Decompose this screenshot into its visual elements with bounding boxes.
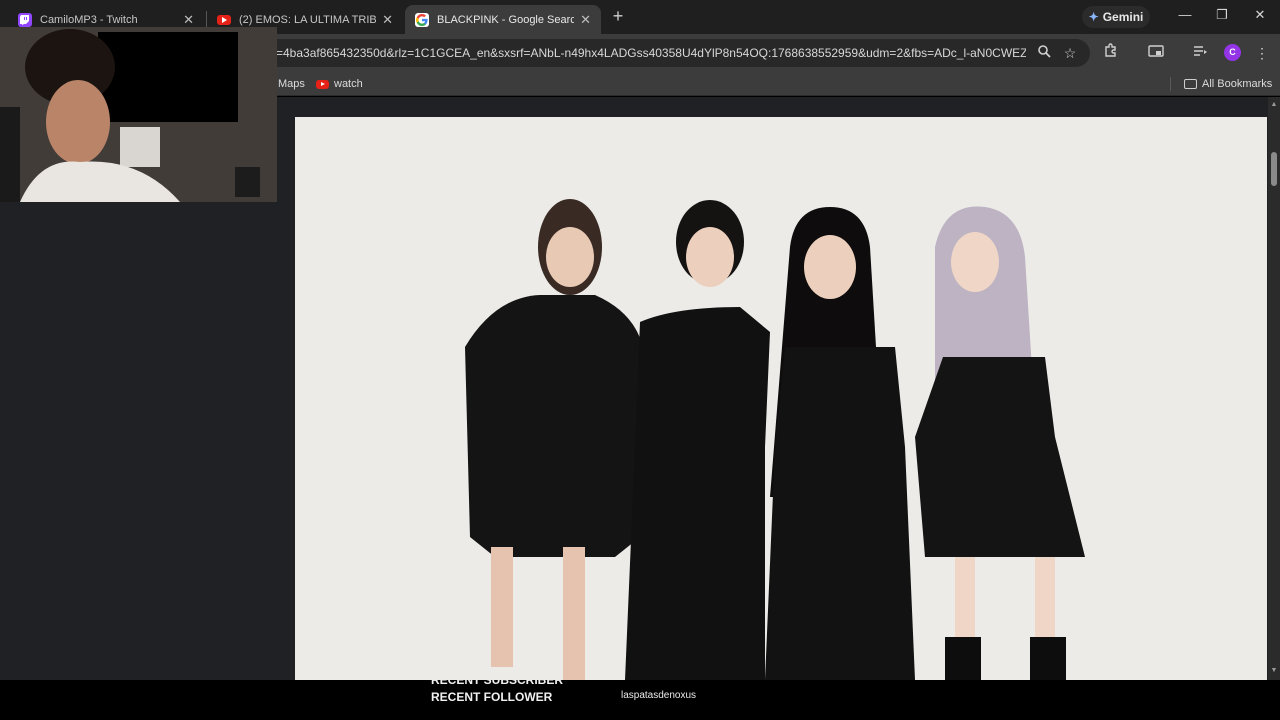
youtube-icon — [217, 14, 231, 25]
minimize-button[interactable]: — — [1175, 7, 1195, 27]
recent-follower-name: laspatasdenoxus — [621, 690, 697, 701]
close-window-button[interactable]: ✕ — [1250, 7, 1270, 27]
folder-icon — [1184, 79, 1197, 89]
bookmark-maps[interactable]: Maps — [278, 76, 305, 92]
scroll-down-arrow-icon[interactable]: ▼ — [1270, 667, 1278, 674]
zoom-icon[interactable] — [1034, 43, 1054, 63]
media-controls-icon[interactable] — [1190, 43, 1210, 63]
tab-google-search[interactable]: BLACKPINK - Google Search ✕ — [405, 5, 601, 34]
url-input[interactable] — [276, 39, 1026, 67]
bookmark-label: Maps — [278, 78, 305, 90]
close-icon[interactable]: ✕ — [183, 12, 194, 28]
recent-follower-label: RECENT FOLLOWER — [431, 690, 553, 704]
youtube-icon — [316, 79, 329, 89]
gemini-label: Gemini — [1102, 10, 1144, 24]
profile-avatar[interactable]: C — [1224, 44, 1241, 61]
extensions-puzzle-icon[interactable] — [1101, 43, 1121, 63]
restore-button[interactable]: ❐ — [1212, 7, 1232, 27]
webcam-overlay — [0, 27, 277, 202]
tab-label: (2) EMOS: LA ULTIMA TRIBU URBANA — [239, 13, 377, 26]
all-bookmarks-button[interactable]: All Bookmarks — [1184, 76, 1272, 92]
bookmarks-divider — [1170, 77, 1171, 91]
new-tab-button[interactable]: + — [607, 6, 629, 28]
gemini-button[interactable]: ✦ Gemini — [1082, 6, 1150, 28]
scrollbar-thumb[interactable] — [1271, 152, 1277, 186]
bookmark-watch[interactable]: watch — [316, 76, 363, 92]
stream-info-overlay: RECENT SUBSCRIBER RECENT FOLLOWER laspat… — [0, 680, 1280, 720]
image-preview[interactable] — [295, 117, 1267, 680]
more-menu-icon[interactable]: ⋮ — [1252, 43, 1272, 63]
twitch-icon — [18, 12, 32, 27]
bookmark-star-icon[interactable]: ☆ — [1060, 43, 1080, 63]
all-bookmarks-label: All Bookmarks — [1202, 78, 1273, 90]
bookmark-label: watch — [334, 78, 363, 90]
page-scrollbar[interactable]: ▲ ▼ — [1268, 97, 1280, 680]
scroll-up-arrow-icon[interactable]: ▲ — [1270, 101, 1278, 108]
google-icon — [415, 12, 429, 27]
group-photo — [295, 117, 1267, 680]
close-icon[interactable]: ✕ — [382, 12, 393, 28]
tab-label: BLACKPINK - Google Search — [437, 13, 575, 26]
close-icon[interactable]: ✕ — [580, 12, 591, 28]
address-bar[interactable]: ☆ — [240, 39, 1090, 67]
cast-screen-icon[interactable] — [1146, 43, 1166, 63]
tab-label: CamiloMP3 - Twitch — [40, 13, 138, 26]
gemini-sparkle-icon: ✦ — [1088, 10, 1099, 24]
webcam-feed — [0, 27, 277, 202]
